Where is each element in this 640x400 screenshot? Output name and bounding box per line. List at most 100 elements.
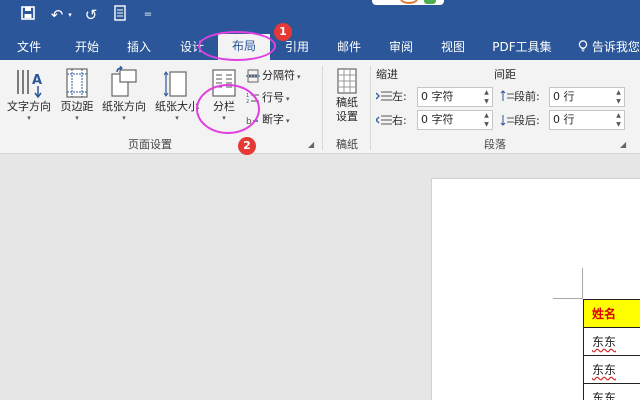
crop-mark (553, 298, 583, 299)
tab-layout[interactable]: 布局 (218, 34, 270, 60)
table-row: 东东 (583, 327, 640, 356)
svg-text:A: A (32, 73, 42, 88)
table-cell[interactable]: 东东 (583, 355, 640, 384)
customize-quick-access-icon[interactable]: = (142, 5, 154, 25)
tab-mailings[interactable]: 邮件 (328, 37, 370, 57)
spinner-arrows-icon[interactable]: ▲ ▼ (482, 111, 491, 129)
notification-popup (372, 0, 444, 5)
breaks-button[interactable]: 分隔符 ▾ (246, 66, 301, 86)
indent-right-label: 右: (375, 112, 407, 128)
spacing-before-label: 段前: (500, 88, 540, 104)
tab-pdf-tools[interactable]: PDF工具集 (486, 37, 558, 57)
hyphenation-icon: b (246, 117, 258, 127)
paragraph-group-label: 段落 (484, 138, 506, 151)
ribbon-panel: A 文字方向 ▾ 页边距 ▾ 纸张方向 ▾ 纸张大小 ▾ 分栏 ▾ 分隔符 ▾ … (0, 60, 640, 154)
margins-button[interactable]: 页边距 ▾ (56, 66, 98, 123)
indent-left-input[interactable]: 0 字符 ▲ ▼ (417, 87, 493, 107)
spacing-after-value: 0 行 (553, 113, 575, 126)
chevron-down-icon: ▾ (297, 73, 301, 81)
touch-mode-icon[interactable] (110, 5, 130, 25)
spinner-arrows-icon[interactable]: ▲ ▼ (614, 111, 623, 129)
indent-left-icon (375, 91, 392, 101)
manuscript-settings-button[interactable]: 稿纸 设置 (328, 66, 366, 124)
step-badge-2: 2 (238, 137, 256, 155)
table-cell[interactable]: 东东 (583, 383, 640, 400)
margins-label: 页边距 (60, 100, 94, 113)
indent-right-icon (375, 115, 392, 125)
popup-toggle-icon (424, 0, 436, 4)
spacing-after-icon (500, 115, 514, 126)
orientation-label: 纸张方向 (102, 100, 146, 113)
spacing-before-input[interactable]: 0 行 ▲ ▼ (549, 87, 625, 107)
columns-label: 分栏 (213, 100, 235, 113)
size-button[interactable]: 纸张大小 ▾ (151, 66, 203, 123)
tab-design[interactable]: 设计 (172, 37, 212, 57)
spinner-arrows-icon[interactable]: ▲ ▼ (614, 88, 623, 106)
page-size-icon (163, 71, 187, 97)
orientation-icon (111, 66, 137, 97)
tab-review[interactable]: 审阅 (380, 37, 422, 57)
spacing-before-icon (500, 90, 514, 101)
undo-dropdown-icon[interactable]: ▾ (66, 5, 74, 25)
chevron-down-icon: ▾ (75, 114, 79, 122)
hyphenation-button[interactable]: b 断字 ▾ (246, 110, 290, 130)
chevron-down-icon: ▾ (175, 114, 179, 122)
group-divider (370, 66, 371, 150)
table-row: 东东 (583, 355, 640, 384)
table-row: 姓名 (583, 299, 640, 328)
tell-me-search[interactable]: 告诉我您 (578, 37, 640, 57)
text-direction-button[interactable]: A 文字方向 ▾ (4, 66, 54, 123)
tab-home[interactable]: 开始 (66, 37, 108, 57)
step-badge-1: 1 (274, 23, 292, 41)
ribbon-tabs: 文件 开始 插入 设计 布局 引用 邮件 审阅 视图 PDF工具集 告诉我您 (0, 31, 640, 60)
table-header-cell[interactable]: 姓名 (583, 299, 640, 328)
svg-text:2: 2 (246, 99, 249, 105)
spinner-arrows-icon[interactable]: ▲ ▼ (482, 88, 491, 106)
paragraph-launcher-icon[interactable]: ◢ (620, 140, 626, 149)
indent-right-input[interactable]: 0 字符 ▲ ▼ (417, 110, 493, 130)
hyphenation-label: 断字 (262, 113, 284, 126)
chevron-down-icon: ▾ (27, 114, 31, 122)
save-icon[interactable] (18, 5, 38, 25)
line-numbers-label: 行号 (262, 91, 284, 104)
line-numbers-button[interactable]: 1 2 行号 ▾ (246, 88, 290, 108)
chevron-down-icon: ▾ (286, 95, 290, 103)
page-setup-group-label: 页面设置 (128, 138, 172, 151)
indent-left-label: 左: (375, 88, 407, 104)
text-direction-label: 文字方向 (7, 100, 51, 113)
chevron-down-icon: ▾ (122, 114, 126, 122)
tab-insert[interactable]: 插入 (118, 37, 160, 57)
group-divider (322, 66, 323, 150)
tab-file[interactable]: 文件 (8, 37, 50, 57)
undo-icon[interactable]: ↶ (48, 5, 66, 25)
tell-me-label: 告诉我您 (591, 40, 640, 54)
spacing-before-value: 0 行 (553, 90, 575, 103)
title-bar: ↶ ▾ ↺ = (0, 0, 640, 31)
breaks-label: 分隔符 (262, 69, 295, 82)
columns-icon (212, 69, 236, 97)
redo-icon[interactable]: ↺ (82, 5, 100, 25)
spacing-after-input[interactable]: 0 行 ▲ ▼ (549, 110, 625, 130)
indent-title: 缩进 (376, 68, 398, 81)
table-row: 东东 (583, 383, 640, 400)
line-numbers-icon: 12 (246, 93, 259, 105)
table-cell[interactable]: 东东 (583, 327, 640, 356)
size-label: 纸张大小 (155, 100, 199, 113)
spacing-after-label: 段后: (500, 112, 540, 128)
manuscript-group-label: 稿纸 (336, 138, 358, 151)
spacing-title: 间距 (494, 68, 516, 81)
lightbulb-icon (578, 40, 588, 52)
svg-text:b: b (246, 117, 252, 127)
manuscript-label-line2: 设置 (336, 110, 358, 123)
manuscript-icon (337, 68, 357, 94)
document-table[interactable]: 姓名 东东 东东 东东 (583, 299, 640, 400)
orientation-button[interactable]: 纸张方向 ▾ (98, 66, 150, 123)
tab-view[interactable]: 视图 (432, 37, 474, 57)
indent-left-value: 0 字符 (421, 90, 454, 103)
crop-mark (582, 268, 583, 299)
indent-right-value: 0 字符 (421, 113, 454, 126)
columns-button[interactable]: 分栏 ▾ (206, 66, 242, 123)
breaks-icon (246, 69, 260, 83)
chevron-down-icon: ▾ (222, 114, 226, 122)
page-setup-launcher-icon[interactable]: ◢ (308, 140, 314, 149)
